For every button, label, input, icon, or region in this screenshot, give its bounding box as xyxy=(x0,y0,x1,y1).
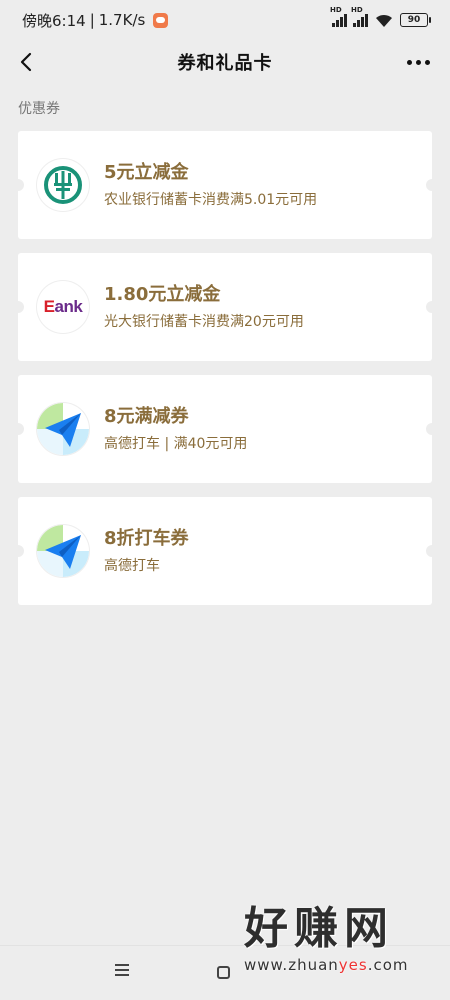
more-dot-icon xyxy=(424,59,430,65)
coupon-title: 8折打车券 xyxy=(104,528,189,549)
watermark-url-accent: yes xyxy=(338,956,368,974)
coupon-card[interactable]: 5元立减金 农业银行储蓄卡消费满5.01元可用 xyxy=(12,131,438,239)
status-time: 傍晚6:14 xyxy=(22,11,86,30)
home-icon[interactable] xyxy=(217,966,230,979)
coupon-title: 5元立减金 xyxy=(104,162,189,183)
amap-logo-icon xyxy=(37,403,89,455)
coupon-card[interactable]: 8元满减券 高德打车 | 满40元可用 xyxy=(12,375,438,483)
status-separator: | xyxy=(89,11,95,29)
coupon-text: 5元立减金 农业银行储蓄卡消费满5.01元可用 xyxy=(104,161,317,209)
coupon-list: 5元立减金 农业银行储蓄卡消费满5.01元可用 Eank 1.80元立减金 光大… xyxy=(12,131,438,619)
signal-icon: HD xyxy=(330,6,347,27)
more-dot-icon xyxy=(406,59,412,65)
section-label: 优惠券 xyxy=(18,101,60,117)
watermark: 好赚网 www.zhuanyes.com xyxy=(244,902,434,992)
coupon-text: 1.80元立减金 光大银行储蓄卡消费满20元可用 xyxy=(104,283,304,331)
status-right: HD HD 90 xyxy=(330,6,431,28)
notification-app-icon xyxy=(153,12,169,28)
ebank-logo-e: E xyxy=(43,297,55,316)
back-button[interactable] xyxy=(12,48,40,76)
status-bar: 傍晚6:14 | 1.7K/s HD HD 90 xyxy=(0,0,450,40)
coupon-card[interactable]: Eank 1.80元立减金 光大银行储蓄卡消费满20元可用 xyxy=(12,253,438,361)
watermark-url-suffix: .com xyxy=(367,956,409,974)
menu-icon[interactable] xyxy=(115,964,129,979)
more-dot-icon xyxy=(415,59,421,65)
chevron-left-icon xyxy=(20,52,32,72)
coupon-text: 8折打车券 高德打车 xyxy=(104,527,189,575)
network-speed: 1.7K/s xyxy=(98,11,146,29)
header: 券和礼品卡 xyxy=(0,40,450,84)
battery-icon: 90 xyxy=(400,13,431,27)
more-button[interactable] xyxy=(404,50,432,74)
ebank-logo-rest: ank xyxy=(54,297,83,316)
hd-label: HD xyxy=(351,6,363,14)
page-title: 券和礼品卡 xyxy=(177,53,273,74)
watermark-url: www.zhuanyes.com xyxy=(244,956,434,974)
ebank-logo-icon: Eank xyxy=(37,281,89,333)
hd-label: HD xyxy=(330,6,342,14)
signal-icon: HD xyxy=(351,6,368,27)
amap-logo-icon xyxy=(37,525,89,577)
coupon-desc: 农业银行储蓄卡消费满5.01元可用 xyxy=(104,192,318,208)
coupon-desc: 高德打车 xyxy=(104,558,160,574)
coupon-title: 8元满减券 xyxy=(104,406,189,427)
coupon-desc: 高德打车 | 满40元可用 xyxy=(104,436,248,452)
abc-bank-logo-icon xyxy=(37,159,89,211)
coupon-title: 1.80元立减金 xyxy=(104,284,221,305)
battery-level: 90 xyxy=(407,15,421,25)
coupon-text: 8元满减券 高德打车 | 满40元可用 xyxy=(104,405,247,453)
coupon-desc: 光大银行储蓄卡消费满20元可用 xyxy=(104,314,304,330)
status-left: 傍晚6:14 | 1.7K/s xyxy=(22,10,169,31)
coupon-card[interactable]: 8折打车券 高德打车 xyxy=(12,497,438,605)
watermark-url-prefix: www.zhuan xyxy=(244,956,339,974)
watermark-title: 好赚网 xyxy=(244,903,394,954)
wifi-icon xyxy=(376,14,392,27)
